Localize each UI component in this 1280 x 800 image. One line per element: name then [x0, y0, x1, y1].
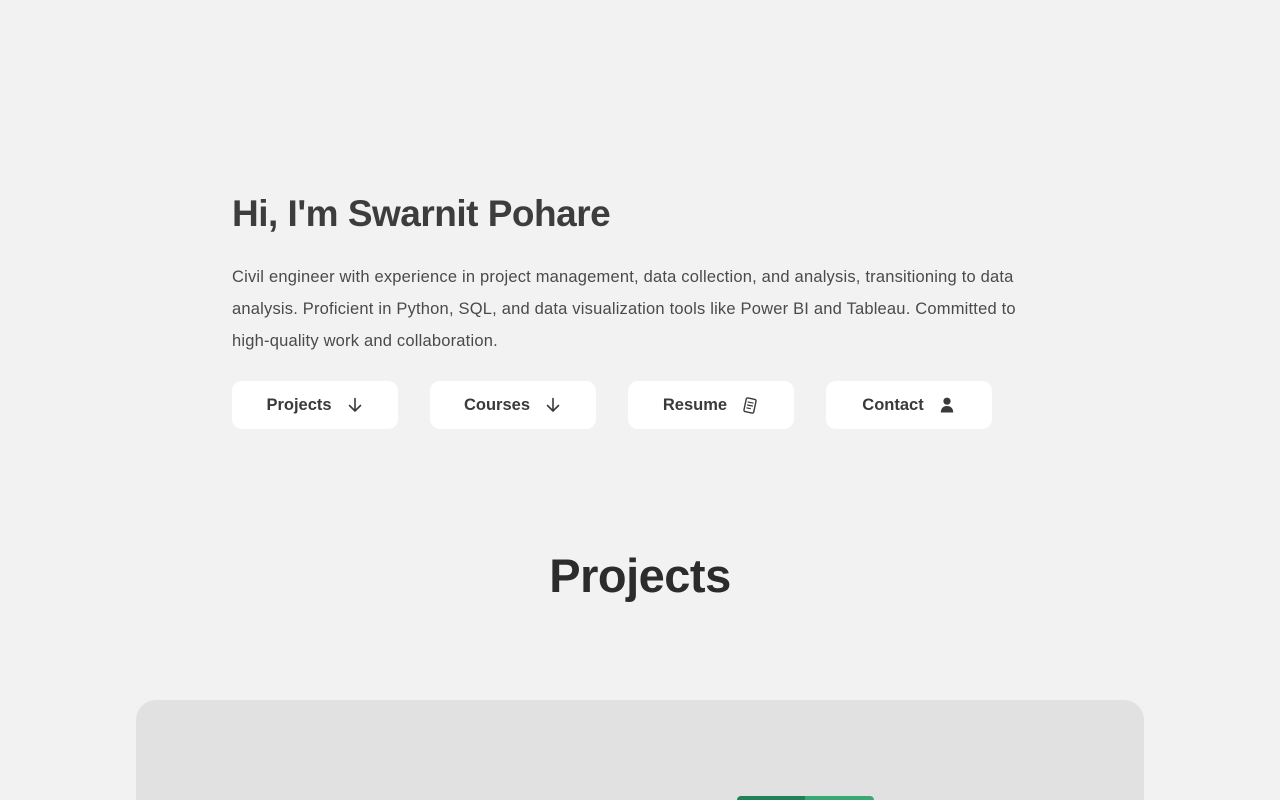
contact-button[interactable]: Contact [826, 381, 992, 429]
projects-heading: Projects [549, 549, 731, 602]
projects-button-label: Projects [266, 395, 332, 414]
document-icon [741, 396, 759, 414]
hero-title: Hi, I'm Swarnit Pohare [232, 193, 611, 234]
projects-button[interactable]: Projects [232, 381, 398, 429]
resume-button[interactable]: Resume [628, 381, 794, 429]
thumbnail-segment [737, 796, 805, 800]
resume-button-label: Resume [662, 395, 728, 414]
contact-button-label: Contact [862, 395, 924, 414]
courses-button[interactable]: Courses [430, 381, 596, 429]
project-card[interactable] [136, 700, 1144, 800]
user-icon [938, 396, 956, 414]
hero-button-row: Projects Courses Resume Contact [232, 381, 1052, 429]
arrow-down-icon [346, 396, 364, 414]
hero-bio: Civil engineer with experience in projec… [232, 268, 1016, 350]
courses-button-label: Courses [463, 395, 531, 414]
thumbnail-segment [805, 796, 874, 800]
hero-section: Hi, I'm Swarnit Pohare Civil engineer wi… [232, 190, 1052, 429]
page: Hi, I'm Swarnit Pohare Civil engineer wi… [0, 0, 1280, 800]
project-thumbnail [737, 796, 874, 800]
arrow-down-icon [544, 396, 562, 414]
